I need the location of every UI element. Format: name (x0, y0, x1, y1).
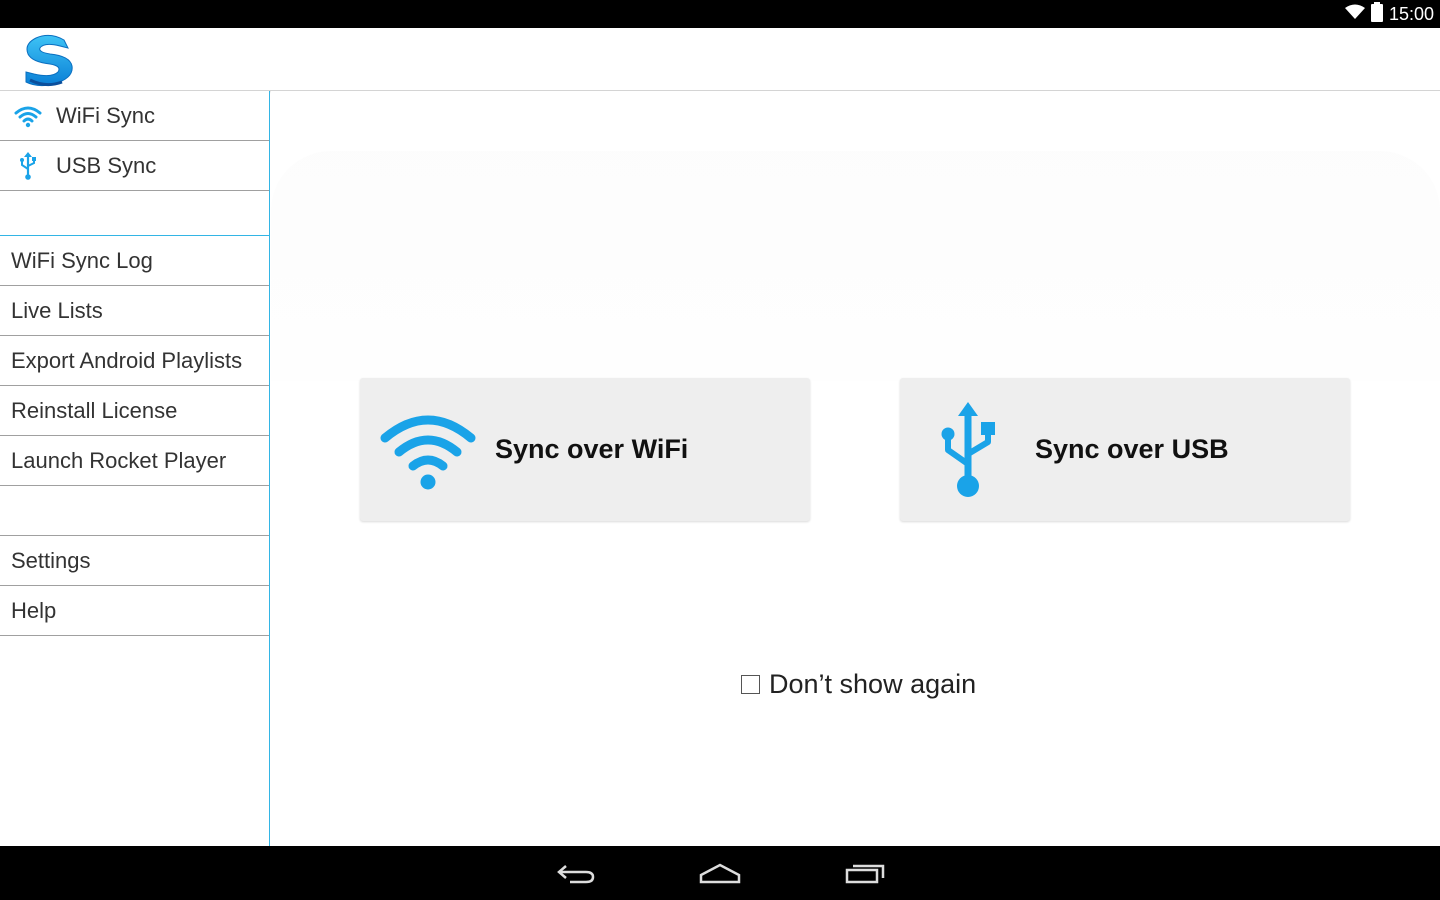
status-bar: 15:00 (0, 0, 1440, 28)
sidebar-item-label: Live Lists (11, 297, 103, 323)
sidebar: WiFi Sync USB Sync WiFi Sync Log Live Li… (0, 91, 270, 846)
wifi-icon (360, 410, 495, 490)
sidebar-item-label: Reinstall License (11, 397, 178, 423)
sync-over-usb-button[interactable]: Sync over USB (900, 378, 1350, 521)
sidebar-item-label: Settings (11, 547, 91, 573)
status-clock: 15:00 (1388, 3, 1434, 24)
sidebar-item-label: WiFi Sync Log (11, 247, 153, 273)
sidebar-item-help[interactable]: Help (0, 586, 269, 636)
system-navigation-bar (0, 846, 1440, 900)
sidebar-item-launch-rocket-player[interactable]: Launch Rocket Player (0, 436, 269, 486)
sidebar-divider (0, 191, 269, 236)
sidebar-item-usb-sync[interactable]: USB Sync (0, 141, 269, 191)
dont-show-again-checkbox[interactable] (741, 675, 760, 694)
usb-icon (900, 401, 1035, 498)
sidebar-item-export-android-playlists[interactable]: Export Android Playlists (0, 336, 269, 386)
battery-icon (1370, 2, 1383, 26)
wifi-signal-icon (1344, 4, 1365, 24)
sidebar-item-wifi-sync-log[interactable]: WiFi Sync Log (0, 236, 269, 286)
sync-over-wifi-button[interactable]: Sync over WiFi (360, 378, 810, 521)
sidebar-item-wifi-sync[interactable]: WiFi Sync (0, 91, 269, 141)
wifi-icon (0, 91, 56, 141)
sync-over-usb-label: Sync over USB (1035, 434, 1229, 464)
sidebar-item-label: Help (11, 597, 57, 623)
home-icon[interactable] (690, 856, 750, 890)
sidebar-item-label: Launch Rocket Player (11, 447, 227, 473)
main-content: Sync over WiFi Sync over USB Don’t show … (271, 91, 1440, 846)
action-bar (0, 28, 1440, 91)
sidebar-item-live-lists[interactable]: Live Lists (0, 286, 269, 336)
background-overlay (271, 151, 1440, 381)
dont-show-again-label: Don’t show again (769, 669, 977, 699)
sidebar-item-label: WiFi Sync (56, 102, 155, 128)
sidebar-item-reinstall-license[interactable]: Reinstall License (0, 386, 269, 436)
sidebar-item-label: USB Sync (56, 152, 157, 178)
sidebar-item-label: Export Android Playlists (11, 347, 243, 373)
dont-show-again-option[interactable]: Don’t show again (741, 669, 976, 700)
usb-icon (0, 141, 56, 191)
recent-apps-icon[interactable] (835, 856, 895, 890)
app-logo-s-icon[interactable] (20, 32, 78, 88)
sync-over-wifi-label: Sync over WiFi (495, 434, 689, 464)
sidebar-item-settings[interactable]: Settings (0, 536, 269, 586)
sidebar-divider (0, 486, 269, 536)
back-icon[interactable] (546, 856, 606, 890)
